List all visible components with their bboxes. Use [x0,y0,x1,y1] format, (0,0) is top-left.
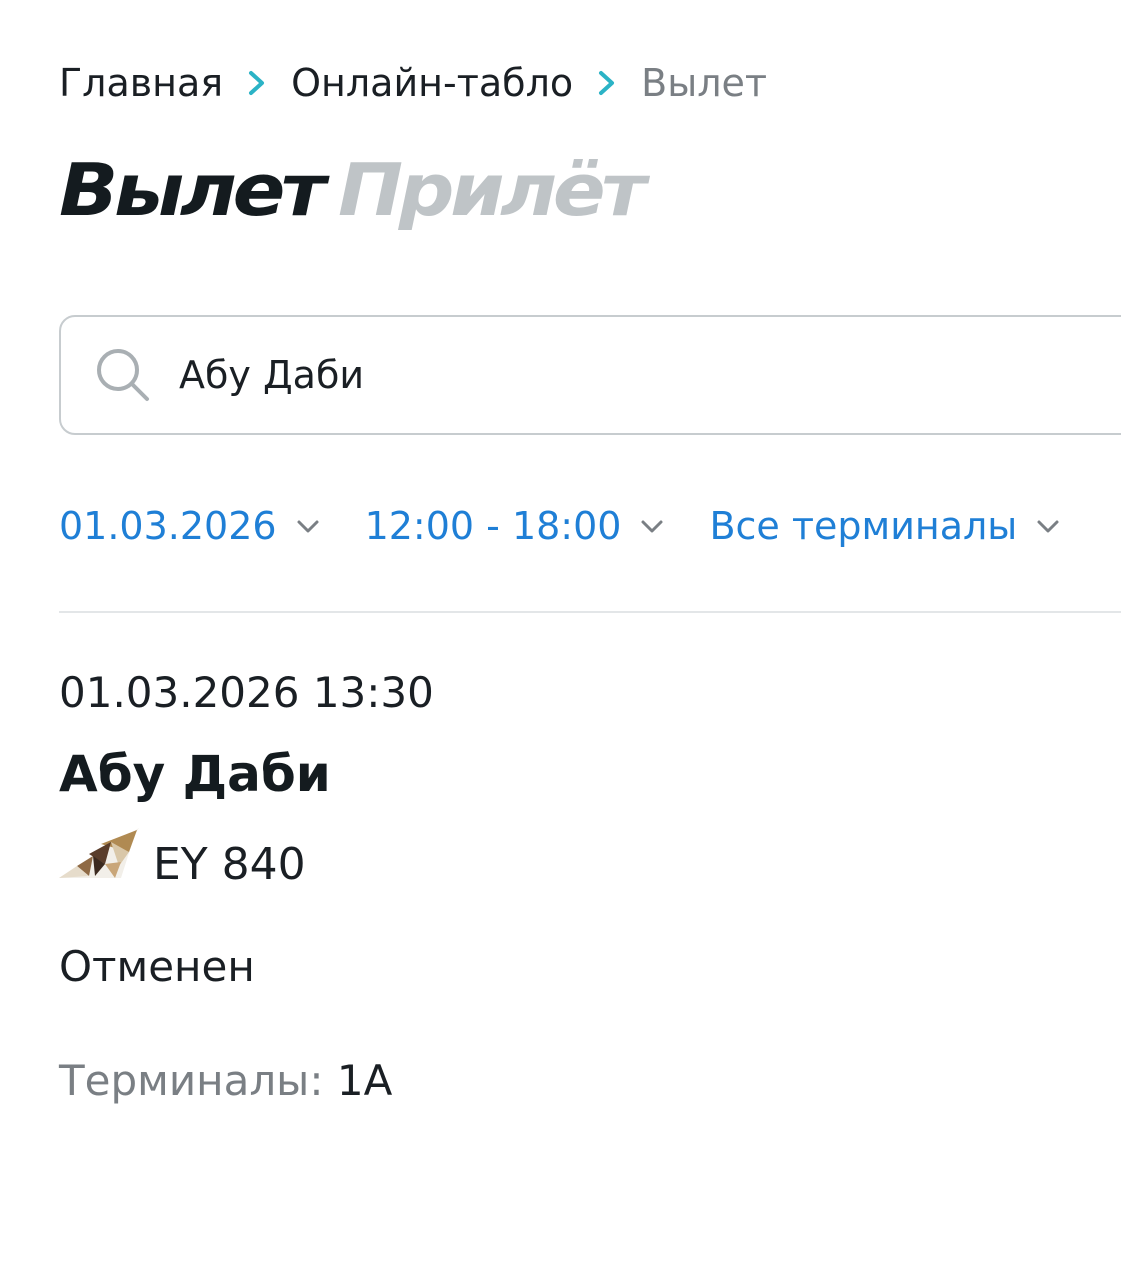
chevron-down-icon [297,520,319,533]
breadcrumb-home-link[interactable]: Главная [59,56,223,110]
search-input[interactable] [179,353,979,397]
chevron-right-icon [237,56,277,110]
flight-status: Отменен [59,942,255,991]
page: Главная Онлайн-табло Вылет Вылет Прилёт … [0,0,1121,1280]
search-box[interactable] [59,315,1121,435]
breadcrumb-board-link[interactable]: Онлайн-табло [291,56,573,110]
flight-number: EY 840 [153,839,306,890]
chevron-right-icon [587,56,627,110]
direction-tabs: Вылет Прилёт [59,148,647,232]
terminal-filter[interactable]: Все терминалы [709,500,1063,552]
chevron-down-icon [1037,520,1059,533]
divider [59,611,1121,613]
filters-bar: 01.03.2026 12:00 - 18:00 Все терминалы [59,500,1063,552]
flight-destination: Абу Даби [59,745,331,803]
tab-arrival[interactable]: Прилёт [338,148,646,232]
breadcrumb: Главная Онлайн-табло Вылет [59,56,767,110]
airline-tail-logo-icon [59,828,139,878]
time-filter[interactable]: 12:00 - 18:00 [365,500,668,552]
flight-airline-row: EY 840 [59,828,306,890]
terminals-value: 1A [336,1056,393,1105]
terminal-filter-label: Все терминалы [709,504,1018,548]
date-filter[interactable]: 01.03.2026 [59,500,323,552]
chevron-down-icon [641,520,663,533]
breadcrumb-current: Вылет [641,61,767,105]
terminals-label: Терминалы: [59,1056,324,1105]
flight-terminals: Терминалы: 1A [59,1054,392,1108]
date-filter-label: 01.03.2026 [59,504,277,548]
search-icon [97,349,149,401]
time-filter-label: 12:00 - 18:00 [364,504,622,548]
flight-datetime: 01.03.2026 13:30 [59,668,434,717]
tab-departure[interactable]: Вылет [59,148,326,232]
